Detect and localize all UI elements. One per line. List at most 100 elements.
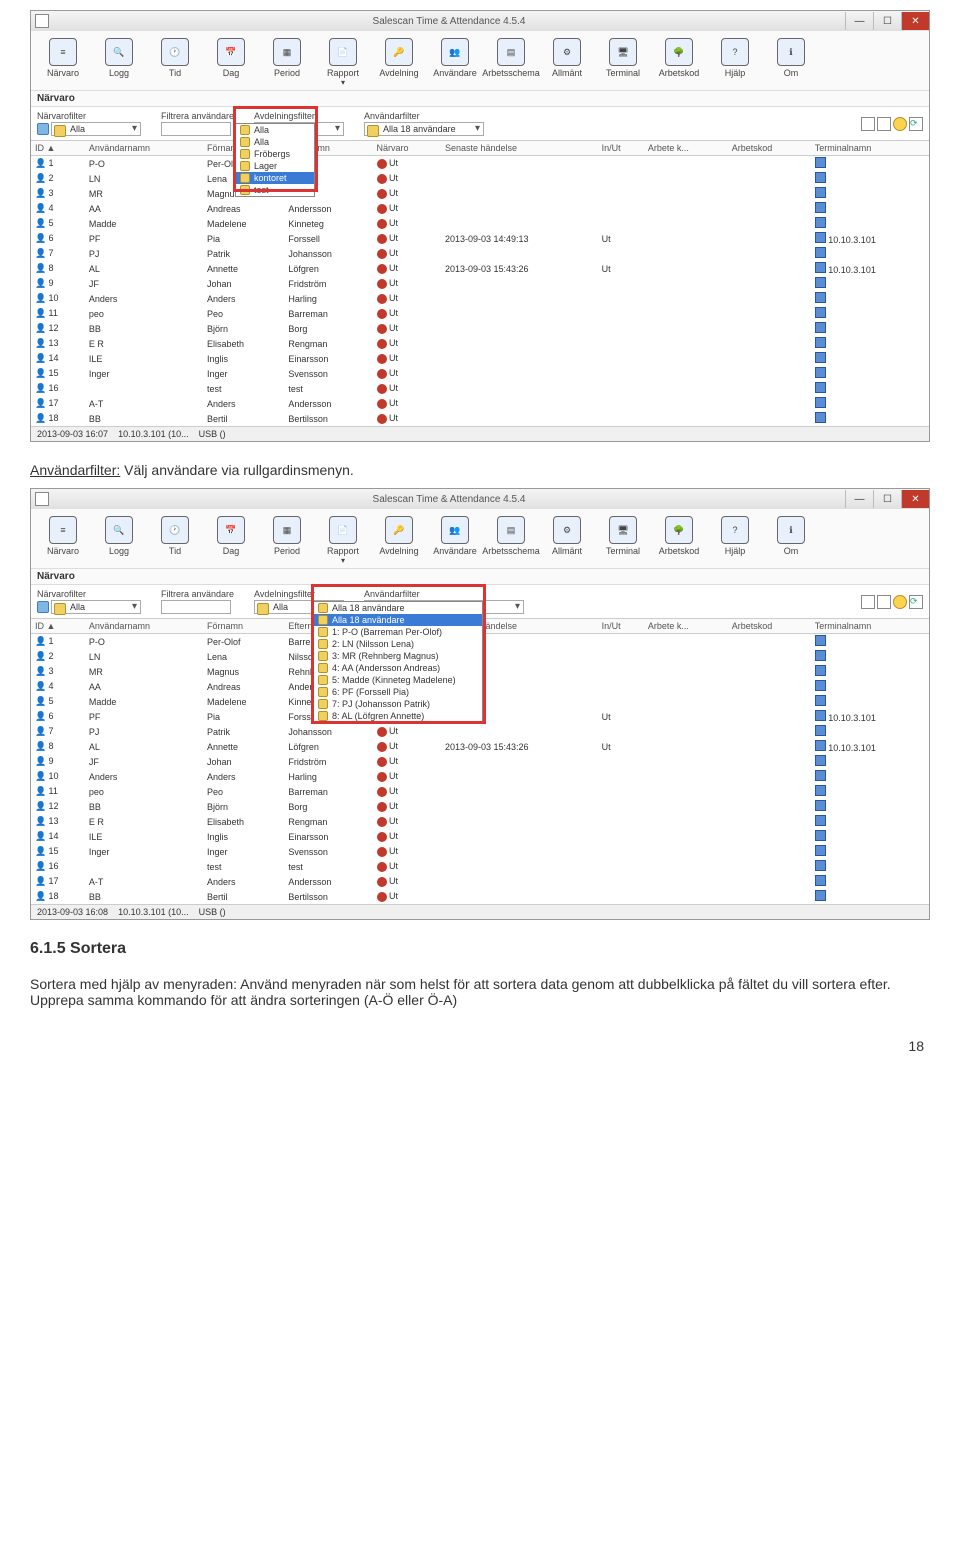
table-row[interactable]: 13E RElisabethRengman Ut xyxy=(31,336,929,351)
filter-toggle-icon[interactable] xyxy=(37,601,49,613)
table-cell xyxy=(441,156,598,172)
table-cell: Johansson xyxy=(284,246,372,261)
table-row[interactable]: 16testtest Ut xyxy=(31,859,929,874)
toolbar-dag[interactable]: 📅Dag xyxy=(205,35,257,90)
toolbar-arbetskod[interactable]: 🌳Arbetskod xyxy=(653,35,705,90)
table-header[interactable]: ID ▲ xyxy=(31,141,85,156)
maximize-button[interactable]: ☐ xyxy=(873,12,901,30)
toolbar-avdelning[interactable]: 🔑Avdelning xyxy=(373,513,425,568)
table-row[interactable]: 15IngerIngerSvensson Ut xyxy=(31,366,929,381)
toolbar-allmänt[interactable]: ⚙Allmänt xyxy=(541,35,593,90)
toolbar-terminal[interactable]: 🖥Terminal xyxy=(597,513,649,568)
toolbar-användare[interactable]: 👥Användare xyxy=(429,513,481,568)
table-row[interactable]: 10AndersAndersHarling Ut xyxy=(31,291,929,306)
anvandarfilter-select[interactable]: Alla 18 användare xyxy=(364,122,484,136)
toolbar-om[interactable]: ℹOm xyxy=(765,35,817,90)
table-header[interactable]: Förnamn xyxy=(203,619,284,634)
toolbar-tid[interactable]: 🕐Tid xyxy=(149,513,201,568)
person-icon xyxy=(35,891,46,902)
toolbar-hjälp[interactable]: ?Hjälp xyxy=(709,35,761,90)
table-row[interactable]: 14ILEInglisEinarsson Ut xyxy=(31,829,929,844)
table-header[interactable]: Arbetskod xyxy=(728,619,811,634)
table-row[interactable]: 7PJPatrikJohansson Ut xyxy=(31,724,929,739)
toolbar-rapport[interactable]: 📄Rapport▾ xyxy=(317,35,369,90)
table-header[interactable]: Användarnamn xyxy=(85,619,203,634)
filter-users-input[interactable] xyxy=(161,600,231,614)
close-button[interactable]: ✕ xyxy=(901,12,929,30)
table-row[interactable]: 4AAAndreasAndersson Ut xyxy=(31,201,929,216)
table-header[interactable]: ID ▲ xyxy=(31,619,85,634)
action-icon[interactable] xyxy=(893,595,907,609)
table-row[interactable]: 17A-TAndersAndersson Ut xyxy=(31,874,929,889)
action-icon[interactable] xyxy=(877,595,891,609)
users-icon: 👥 xyxy=(441,516,469,544)
table-header[interactable]: In/Ut xyxy=(598,141,644,156)
table-header[interactable]: Senaste händelse xyxy=(441,141,598,156)
toolbar-avdelning[interactable]: 🔑Avdelning xyxy=(373,35,425,90)
table-row[interactable]: 12BBBjörnBorg Ut xyxy=(31,799,929,814)
table-header[interactable]: In/Ut xyxy=(598,619,644,634)
toolbar-arbetskod[interactable]: 🌳Arbetskod xyxy=(653,513,705,568)
toolbar-allmänt[interactable]: ⚙Allmänt xyxy=(541,513,593,568)
minimize-button[interactable]: — xyxy=(845,12,873,30)
table-row[interactable]: 10AndersAndersHarling Ut xyxy=(31,769,929,784)
action-icon[interactable] xyxy=(893,117,907,131)
table-cell xyxy=(644,679,728,694)
action-icon[interactable] xyxy=(877,117,891,131)
table-header[interactable]: Användarnamn xyxy=(85,141,203,156)
table-row[interactable]: 7PJPatrikJohansson Ut xyxy=(31,246,929,261)
table-header[interactable]: Arbete k... xyxy=(644,141,728,156)
maximize-button[interactable]: ☐ xyxy=(873,490,901,508)
toolbar-logg[interactable]: 🔍Logg xyxy=(93,35,145,90)
toolbar-närvaro[interactable]: ≡Närvaro xyxy=(37,35,89,90)
table-row[interactable]: 9JFJohanFridström Ut xyxy=(31,754,929,769)
narvarofilter-select[interactable]: Alla xyxy=(51,600,141,614)
table-row[interactable]: 1P-OPer-Olof Ut xyxy=(31,156,929,172)
table-row[interactable]: 14ILEInglisEinarsson Ut xyxy=(31,351,929,366)
filter-users-input[interactable] xyxy=(161,122,231,136)
toolbar-arbetsschema[interactable]: ▤Arbetsschema xyxy=(485,513,537,568)
minimize-button[interactable]: — xyxy=(845,490,873,508)
toolbar-närvaro[interactable]: ≡Närvaro xyxy=(37,513,89,568)
toolbar-tid[interactable]: 🕐Tid xyxy=(149,35,201,90)
table-row[interactable]: 17A-TAndersAndersson Ut xyxy=(31,396,929,411)
table-header[interactable]: Arbetskod xyxy=(728,141,811,156)
table-row[interactable]: 11peoPeoBarreman Ut xyxy=(31,306,929,321)
toolbar-hjälp[interactable]: ?Hjälp xyxy=(709,513,761,568)
action-icon[interactable] xyxy=(861,117,875,131)
table-row[interactable]: 8ALAnnetteLöfgren Ut2013-09-03 15:43:26U… xyxy=(31,261,929,276)
table-row[interactable]: 8ALAnnetteLöfgren Ut2013-09-03 15:43:26U… xyxy=(31,739,929,754)
table-header[interactable]: Närvaro xyxy=(373,141,441,156)
table-header[interactable]: Terminalnamn xyxy=(811,141,929,156)
toolbar-arbetsschema[interactable]: ▤Arbetsschema xyxy=(485,35,537,90)
toolbar-period[interactable]: ▦Period xyxy=(261,513,313,568)
table-row[interactable]: 9JFJohanFridström Ut xyxy=(31,276,929,291)
table-row[interactable]: 6PFPiaForssell Ut2013-09-03 14:49:13Ut 1… xyxy=(31,231,929,246)
toolbar-terminal[interactable]: 🖥Terminal xyxy=(597,35,649,90)
table-row[interactable]: 3MRMagnus Ut xyxy=(31,186,929,201)
close-button[interactable]: ✕ xyxy=(901,490,929,508)
table-cell xyxy=(811,754,929,769)
table-row[interactable]: 16testtest Ut xyxy=(31,381,929,396)
table-row[interactable]: 18BBBertilBertilsson Ut xyxy=(31,411,929,426)
table-header[interactable]: Arbete k... xyxy=(644,619,728,634)
toolbar-period[interactable]: ▦Period xyxy=(261,35,313,90)
filter-toggle-icon[interactable] xyxy=(37,123,49,135)
table-row[interactable]: 5MaddeMadeleneKinneteg Ut xyxy=(31,216,929,231)
table-row[interactable]: 18BBBertilBertilsson Ut xyxy=(31,889,929,904)
table-row[interactable]: 11peoPeoBarreman Ut xyxy=(31,784,929,799)
table-header[interactable]: Terminalnamn xyxy=(811,619,929,634)
table-row[interactable]: 15IngerIngerSvensson Ut xyxy=(31,844,929,859)
toolbar-dag[interactable]: 📅Dag xyxy=(205,513,257,568)
narvarofilter-select[interactable]: Alla xyxy=(51,122,141,136)
toolbar-logg[interactable]: 🔍Logg xyxy=(93,513,145,568)
refresh-icon[interactable]: ⟳ xyxy=(909,117,923,131)
refresh-icon[interactable]: ⟳ xyxy=(909,595,923,609)
table-row[interactable]: 13E RElisabethRengman Ut xyxy=(31,814,929,829)
table-row[interactable]: 2LNLena Ut xyxy=(31,171,929,186)
table-row[interactable]: 12BBBjörnBorg Ut xyxy=(31,321,929,336)
action-icon[interactable] xyxy=(861,595,875,609)
toolbar-rapport[interactable]: 📄Rapport▾ xyxy=(317,513,369,568)
toolbar-användare[interactable]: 👥Användare xyxy=(429,35,481,90)
toolbar-om[interactable]: ℹOm xyxy=(765,513,817,568)
